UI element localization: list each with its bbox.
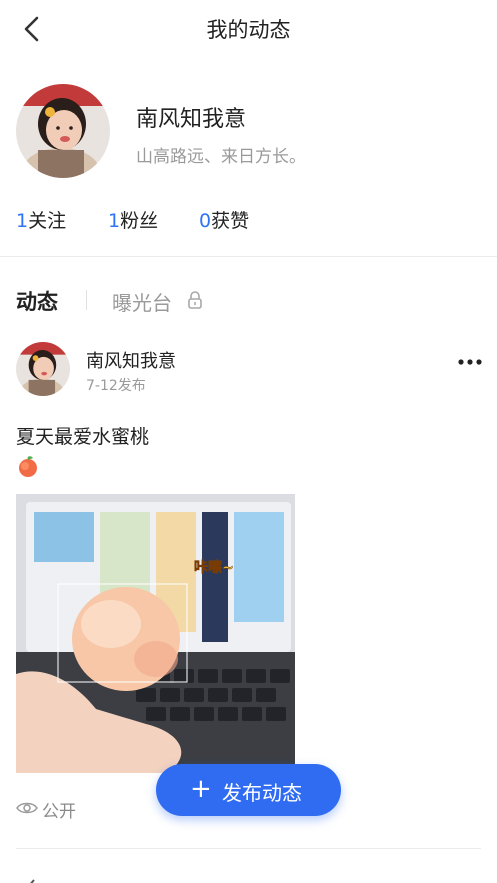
publish-post-label: 发布动态: [222, 781, 302, 805]
stat-likes-label: 获赞: [211, 210, 250, 232]
stat-likes-count: 0: [199, 210, 212, 232]
post-author-name: 南风知我意: [86, 351, 176, 372]
stat-followers-count: 1: [108, 210, 121, 232]
publish-post-button[interactable]: + 发布动态: [156, 764, 341, 816]
tab-posts[interactable]: 动态: [16, 286, 58, 316]
stat-likes[interactable]: 0获赞: [199, 206, 249, 233]
page-title: 我的动态: [206, 18, 291, 42]
lock-icon: [188, 291, 202, 309]
next-post-partial: [0, 872, 497, 883]
section-divider: [0, 256, 497, 257]
plus-icon: +: [190, 774, 212, 804]
more-options-icon[interactable]: [456, 355, 484, 369]
tab-separator: [86, 290, 87, 310]
tab-exposure[interactable]: 曝光台: [112, 287, 172, 316]
image-caption: 咔嚓~: [194, 559, 234, 576]
peach-icon: [19, 456, 37, 477]
profile-bio: 山高路远、来日方长。: [136, 147, 306, 167]
top-bar: 我的动态: [0, 0, 497, 60]
eye-icon: [16, 802, 38, 814]
profile-name: 南风知我意: [136, 107, 247, 132]
stat-following-count: 1: [16, 210, 29, 232]
stat-following[interactable]: 1关注: [16, 206, 66, 233]
post-divider: [16, 848, 481, 849]
post-text: 夏天最爱水蜜桃: [16, 426, 150, 448]
visibility-label: 公开: [42, 802, 76, 822]
stat-followers[interactable]: 1粉丝: [108, 206, 158, 233]
stat-followers-label: 粉丝: [120, 210, 159, 232]
post-date: 7-12发布: [86, 378, 146, 394]
profile-avatar[interactable]: [16, 84, 110, 178]
post-author-avatar[interactable]: [16, 342, 70, 396]
stat-following-label: 关注: [28, 210, 67, 232]
post-image[interactable]: 咔嚓~: [16, 494, 295, 773]
